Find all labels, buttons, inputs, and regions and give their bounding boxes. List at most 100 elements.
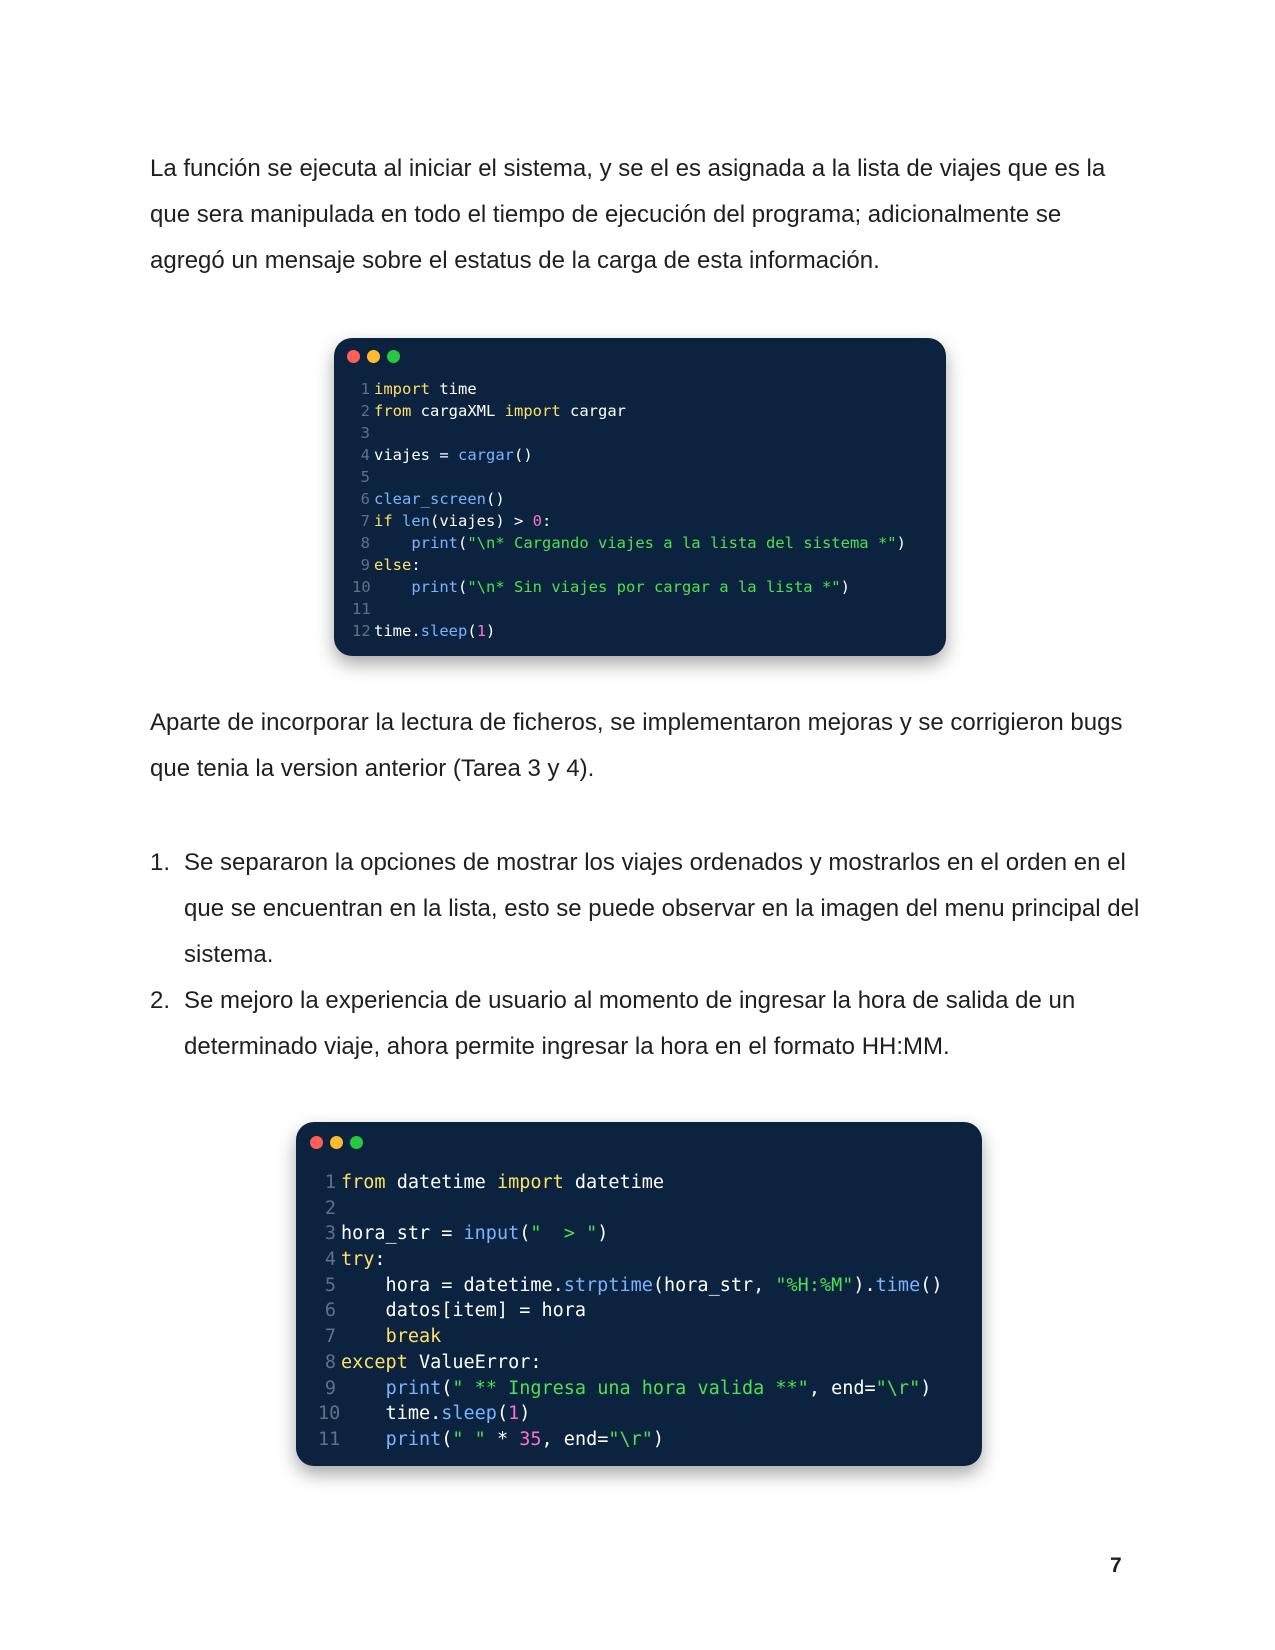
- line-number: 4: [324, 1249, 336, 1271]
- line-number: 2: [360, 402, 370, 420]
- code-line: 4 try:: [318, 1247, 943, 1273]
- code-token: from: [341, 1172, 386, 1193]
- code-token: (: [441, 1377, 453, 1399]
- code-token: clear_screen: [374, 490, 486, 508]
- code-token: datetime: [385, 1172, 497, 1193]
- line-number: 3: [360, 424, 370, 442]
- list-number: 1.: [150, 849, 171, 876]
- paragraph-intro: La función se ejecuta al iniciar el sist…: [150, 155, 1106, 274]
- code-token: time.: [374, 622, 421, 640]
- code-lines: 1 from datetime import datetime 2 3 hora_str…: [318, 1170, 943, 1453]
- code-token: viajes =: [374, 446, 458, 464]
- code-token: "%H:%M": [775, 1274, 854, 1296]
- code-token: cargar: [560, 402, 626, 420]
- list-item: 1. Se separaron la opciones de mostrar l…: [150, 840, 1140, 978]
- minimize-dot-icon: [330, 1136, 343, 1149]
- code-token: "\r": [608, 1428, 653, 1450]
- code-token: import: [496, 1172, 564, 1193]
- code-token: try: [341, 1249, 375, 1271]
- line-number: 1: [324, 1172, 336, 1193]
- code-token: "\n* Sin viajes por cargar a la lista *": [467, 578, 841, 596]
- line-number: 5: [324, 1274, 336, 1296]
- code-line: 7 if len(viajes) > 0:: [352, 510, 906, 532]
- code-token: cargaXML: [411, 402, 505, 420]
- code-token: "\r": [875, 1377, 921, 1399]
- code-token: :: [411, 556, 421, 574]
- code-token: ).: [853, 1274, 876, 1296]
- code-token: datos[item] = hora: [341, 1300, 587, 1322]
- code-token: " ** Ingresa una hora valida **": [452, 1377, 809, 1399]
- code-token: (: [519, 1223, 531, 1245]
- code-token: (: [441, 1428, 453, 1450]
- code-token: ): [920, 1377, 932, 1399]
- code-token: cargar: [458, 446, 514, 464]
- code-token: (): [485, 490, 505, 508]
- code-token: (: [467, 622, 477, 640]
- code-token: import: [504, 402, 561, 420]
- line-number: 11: [318, 1428, 341, 1450]
- code-token: break: [385, 1326, 442, 1348]
- code-token: (: [458, 578, 468, 596]
- code-token: (): [514, 446, 533, 464]
- line-number: 9: [360, 556, 370, 574]
- code-line: 6 clear_screen(): [352, 488, 906, 510]
- code-token: import: [374, 380, 430, 398]
- code-line: 10 print("\n* Sin viajes por cargar a la…: [352, 576, 906, 598]
- code-token: from: [374, 402, 412, 420]
- code-line: 11 print(" " * 35, end="\r"): [318, 1427, 943, 1453]
- code-token: time: [430, 380, 477, 398]
- code-token: strptime: [563, 1274, 653, 1296]
- close-dot-icon: [347, 350, 360, 363]
- code-line: 2 from cargaXML import cargar: [352, 400, 906, 422]
- code-token: ): [597, 1223, 609, 1245]
- line-number: 8: [324, 1351, 336, 1373]
- code-line: 12 time.sleep(1): [352, 620, 906, 642]
- code-token: (viajes) >: [430, 512, 533, 530]
- line-number: 9: [324, 1377, 336, 1399]
- line-number: 4: [360, 446, 370, 464]
- code-line: 3: [352, 422, 906, 444]
- code-token: input: [463, 1223, 520, 1245]
- line-number: 6: [324, 1300, 336, 1322]
- code-line: 10 time.sleep(1): [318, 1401, 943, 1427]
- code-line: 11: [352, 598, 906, 620]
- paragraph-improvements: Aparte de incorporar la lectura de fiche…: [150, 709, 1123, 782]
- code-token: (hora_str,: [652, 1274, 776, 1296]
- window-controls: [347, 350, 400, 363]
- code-token: 0: [532, 512, 543, 530]
- code-line: 1 import time: [352, 378, 906, 400]
- code-token: hora_str =: [341, 1223, 464, 1245]
- code-token: print: [411, 578, 458, 596]
- line-number: 11: [352, 600, 371, 618]
- close-dot-icon: [310, 1136, 323, 1149]
- line-number: 7: [360, 512, 370, 530]
- line-number: 12: [352, 622, 371, 640]
- list-item: 2. Se mejoro la experiencia de usuario a…: [150, 978, 1140, 1070]
- line-number: 1: [360, 380, 370, 398]
- code-snippet-time-input: 1 from datetime import datetime 2 3 hora_str…: [296, 1122, 982, 1466]
- code-line: 8 print("\n* Cargando viajes a la lista …: [352, 532, 906, 554]
- code-token: ValueError:: [407, 1351, 542, 1373]
- code-token: 1: [476, 622, 487, 640]
- code-token: time.: [341, 1403, 442, 1425]
- code-line: 5 hora = datetime.strptime(hora_str, "%H…: [318, 1273, 943, 1299]
- code-token: sleep: [420, 622, 468, 640]
- list-number: 2.: [150, 987, 171, 1014]
- line-number: 2: [324, 1197, 336, 1219]
- code-token: ): [840, 578, 850, 596]
- code-token: :: [374, 1249, 386, 1271]
- code-token: 35: [519, 1428, 542, 1450]
- code-line: 7 break: [318, 1324, 943, 1350]
- line-number: 7: [324, 1326, 336, 1348]
- code-token: else: [374, 556, 412, 574]
- code-token: , end=: [808, 1377, 876, 1399]
- code-token: print: [411, 534, 458, 552]
- line-number: 10: [318, 1403, 341, 1425]
- code-line: 5: [352, 466, 906, 488]
- code-line: 4 viajes = cargar(): [352, 444, 906, 466]
